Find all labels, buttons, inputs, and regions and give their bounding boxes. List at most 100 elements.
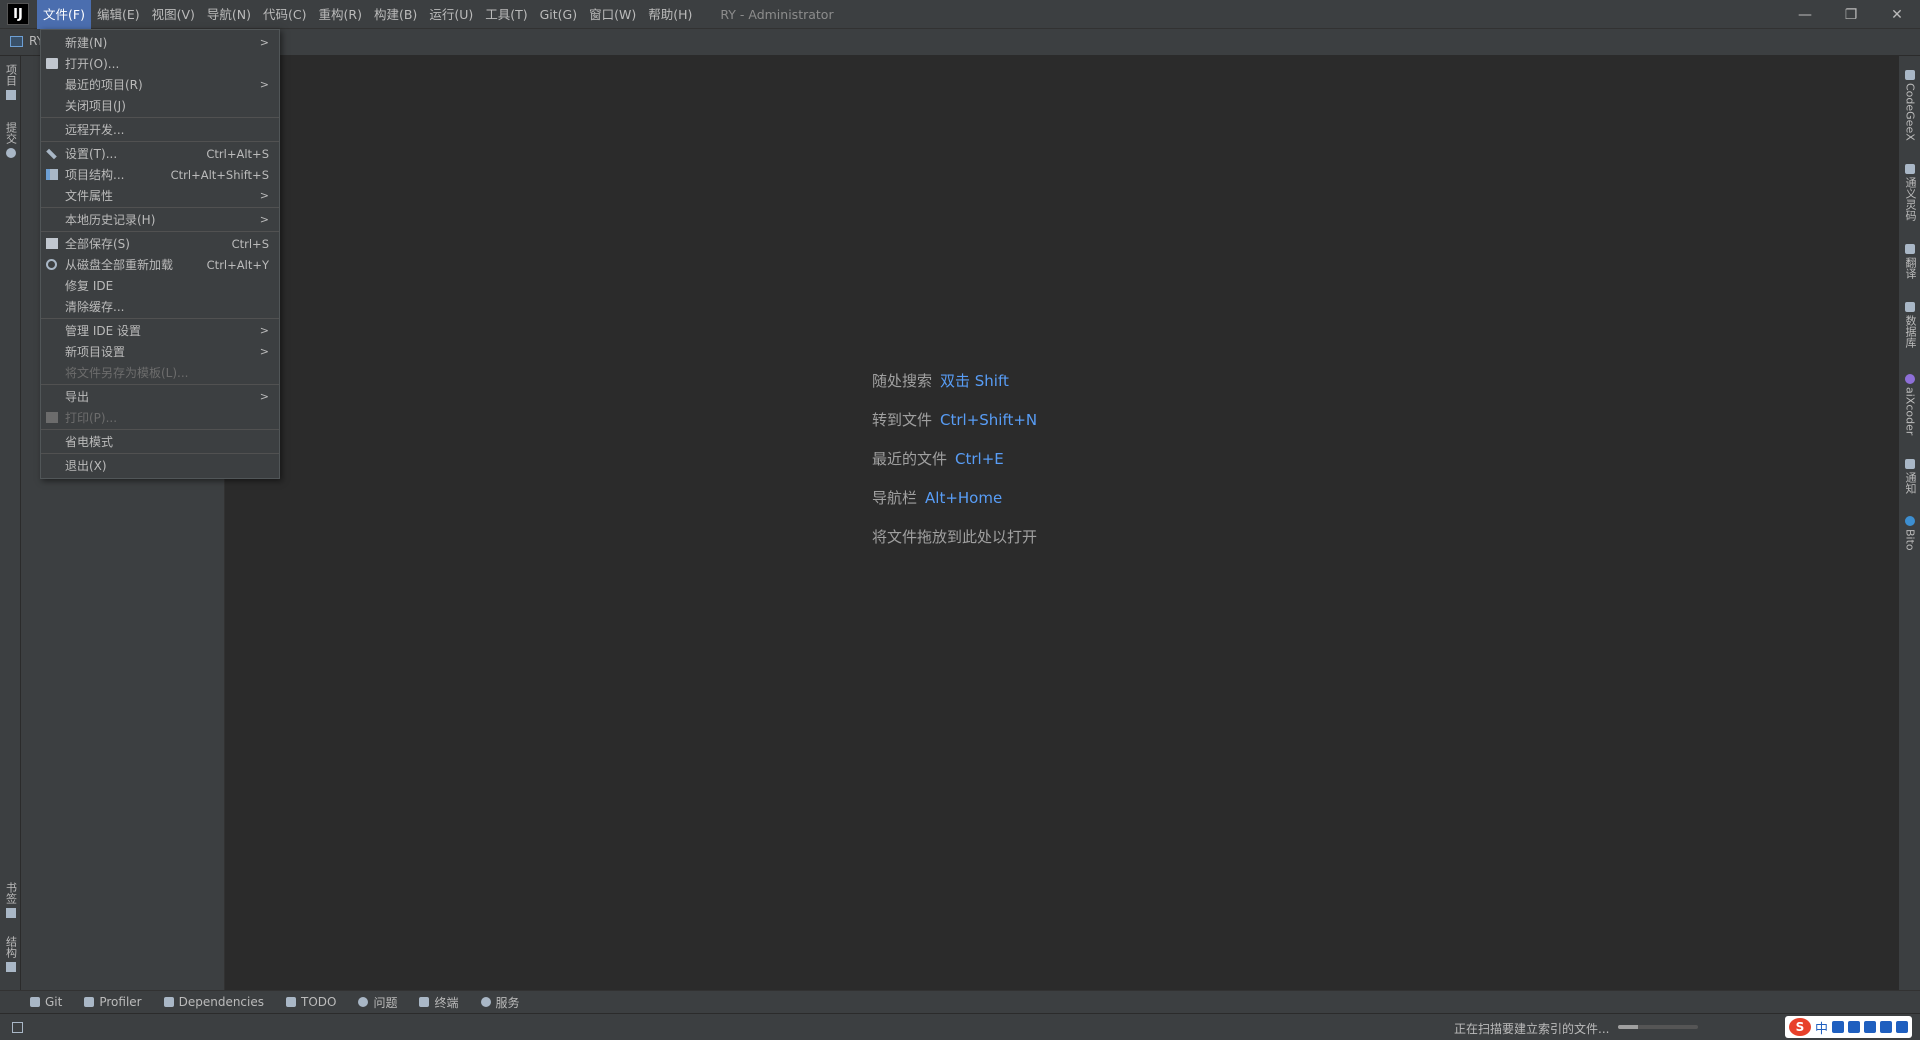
ime-toolbar[interactable]: S 中 (1784, 1016, 1912, 1038)
tongyi-icon (1905, 164, 1915, 174)
menu-item-label: 打印(P)... (65, 411, 118, 425)
close-button[interactable]: ✕ (1874, 0, 1920, 29)
tool-tab-tongyi[interactable]: 通义灵码 (1899, 164, 1920, 221)
ime-toolbox-icon[interactable] (1896, 1021, 1908, 1033)
ime-mode-label[interactable]: 中 (1815, 1018, 1828, 1037)
hint-navigation-bar: 导航栏 Alt+Home (872, 487, 1037, 526)
editor-area[interactable]: 随处搜索 双击 Shift 转到文件 Ctrl+Shift+N 最近的文件 Ctrl+… (225, 56, 1898, 990)
chevron-right-icon: > (259, 324, 269, 337)
chevron-right-icon: > (259, 213, 269, 226)
menu-separator (41, 117, 279, 118)
window-controls: — ❐ ✕ (1782, 0, 1920, 29)
file-menu-manage-ide-settings[interactable]: 管理 IDE 设置 > (41, 320, 279, 341)
hint-label: 最近的文件 (872, 450, 948, 468)
ime-punctuation-icon[interactable] (1832, 1021, 1844, 1033)
toggle-tool-windows-icon[interactable] (12, 1022, 23, 1033)
file-menu-file-properties[interactable]: 文件属性 > (41, 185, 279, 206)
tool-tab-bookmarks[interactable]: 书签 (0, 882, 21, 918)
menu-navigate[interactable]: 导航(N) (201, 0, 257, 29)
bottom-tab-dependencies[interactable]: Dependencies (163, 995, 264, 1009)
file-menu-close-project[interactable]: 关闭项目(J) (41, 95, 279, 116)
tool-tab-aixcoder[interactable]: aiXcoder (1899, 374, 1920, 435)
menu-window[interactable]: 窗口(W) (583, 0, 642, 29)
bottom-tab-label: Profiler (99, 995, 142, 1009)
bottom-tab-label: Git (45, 995, 63, 1009)
menu-item-label: 将文件另存为模板(L)... (65, 366, 189, 380)
tool-tab-database[interactable]: 数据库 (1899, 302, 1920, 348)
nav-project-breadcrumb[interactable]: RY (10, 34, 44, 48)
file-menu-remote-dev[interactable]: 远程开发... (41, 119, 279, 140)
file-menu-local-history[interactable]: 本地历史记录(H) > (41, 209, 279, 230)
navigation-bar: RY (0, 29, 1920, 56)
ime-keyboard-icon[interactable] (1864, 1021, 1876, 1033)
menu-item-label: 文件属性 (65, 189, 114, 203)
menu-item-shortcut: Ctrl+Alt+Shift+S (170, 167, 269, 182)
menu-file[interactable]: 文件(F) (37, 0, 91, 29)
bottom-tab-label: Dependencies (178, 995, 264, 1009)
file-menu-save-all[interactable]: 全部保存(S) Ctrl+S (41, 233, 279, 254)
menu-separator (41, 453, 279, 454)
translate-icon (1905, 244, 1915, 254)
file-menu-open[interactable]: 打开(O)... (41, 53, 279, 74)
tool-tab-structure[interactable]: 结构 (0, 936, 21, 972)
chevron-right-icon: > (259, 390, 269, 403)
restore-button[interactable]: ❐ (1828, 0, 1874, 29)
tool-tab-notifications[interactable]: 通知 (1899, 459, 1920, 494)
window-title: RY - Administrator (720, 6, 834, 22)
menu-help[interactable]: 帮助(H) (642, 0, 698, 29)
tool-tab-codegeex[interactable]: CodeGeeX (1899, 70, 1920, 141)
tool-tab-bito[interactable]: Bito (1899, 516, 1920, 551)
bottom-tab-terminal[interactable]: 终端 (419, 994, 459, 1011)
file-menu-exit[interactable]: 退出(X) (41, 455, 279, 476)
menu-refactor[interactable]: 重构(R) (313, 0, 368, 29)
menu-separator (41, 318, 279, 319)
bookmark-icon (5, 908, 16, 918)
file-menu-power-save[interactable]: 省电模式 (41, 431, 279, 452)
bottom-tab-git[interactable]: Git (30, 995, 62, 1009)
file-menu-settings[interactable]: 设置(T)... Ctrl+Alt+S (41, 143, 279, 164)
tool-tab-project-label: 项目 (4, 64, 18, 86)
file-menu-save-as-template: 将文件另存为模板(L)... (41, 362, 279, 383)
menu-view[interactable]: 视图(V) (146, 0, 201, 29)
file-menu-repair-ide[interactable]: 修复 IDE (41, 275, 279, 296)
bottom-tab-todo[interactable]: TODO (286, 995, 336, 1009)
file-menu-recent-projects[interactable]: 最近的项目(R) > (41, 74, 279, 95)
file-menu-invalidate-caches[interactable]: 清除缓存... (41, 296, 279, 317)
bottom-tab-services[interactable]: 服务 (480, 994, 520, 1011)
menu-code[interactable]: 代码(C) (257, 0, 312, 29)
tool-tab-commit-label: 提交 (4, 122, 18, 144)
menu-item-label: 打开(O)... (65, 57, 120, 71)
menu-edit[interactable]: 编辑(E) (91, 0, 146, 29)
ime-voice-icon[interactable] (1848, 1021, 1860, 1033)
menu-item-shortcut: Ctrl+Alt+Y (206, 257, 269, 272)
menu-tools[interactable]: 工具(T) (479, 0, 533, 29)
menu-git[interactable]: Git(G) (534, 0, 584, 29)
menu-separator (41, 231, 279, 232)
print-icon (46, 412, 58, 423)
tool-tab-project[interactable]: 项目 (0, 64, 21, 100)
hint-shortcut: 双击 Shift (940, 372, 1009, 390)
folder-icon (5, 90, 16, 100)
left-tool-stripe: 项目 提交 书签 结构 (0, 56, 21, 990)
menu-build[interactable]: 构建(B) (368, 0, 423, 29)
aixcoder-icon (1905, 374, 1915, 384)
bottom-tab-problems[interactable]: 问题 (358, 994, 397, 1011)
file-menu-new[interactable]: 新建(N) > (41, 32, 279, 53)
menu-run[interactable]: 运行(U) (423, 0, 479, 29)
bottom-tab-profiler[interactable]: Profiler (84, 995, 142, 1009)
tool-tab-translate[interactable]: 翻译 (1899, 244, 1920, 279)
tool-tab-bookmarks-label: 书签 (4, 882, 18, 904)
indexing-status-text[interactable]: 正在扫描要建立索引的文件... (1454, 1020, 1609, 1037)
menu-item-label: 导出 (65, 390, 90, 404)
file-menu-export[interactable]: 导出 > (41, 386, 279, 407)
file-menu-new-project-settings[interactable]: 新项目设置 > (41, 341, 279, 362)
minimize-button[interactable]: — (1782, 0, 1828, 29)
git-icon (30, 997, 40, 1007)
intellij-logo-icon: IJ (7, 3, 29, 25)
hint-shortcut: Alt+Home (925, 489, 1003, 507)
ime-skin-icon[interactable] (1880, 1021, 1892, 1033)
file-menu-project-structure[interactable]: 项目结构... Ctrl+Alt+Shift+S (41, 164, 279, 185)
tool-tab-commit[interactable]: 提交 (0, 122, 21, 158)
file-menu-reload-all[interactable]: 从磁盘全部重新加载 Ctrl+Alt+Y (41, 254, 279, 275)
hint-shortcut: Ctrl+E (955, 450, 1004, 468)
